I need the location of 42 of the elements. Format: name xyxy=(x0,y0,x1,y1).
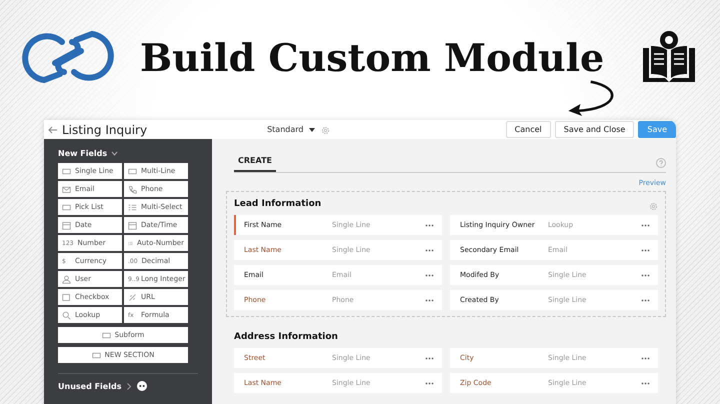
more-options-icon[interactable] xyxy=(641,382,650,384)
more-options-icon[interactable] xyxy=(641,298,650,302)
list-icon xyxy=(128,202,137,212)
calendar-icon xyxy=(128,220,137,230)
section-title: Address Information xyxy=(234,331,338,344)
envelope-icon xyxy=(62,184,71,194)
more-options-icon[interactable] xyxy=(641,274,650,276)
action-button[interactable]: Save and Close xyxy=(554,121,634,138)
more-options-icon[interactable] xyxy=(641,224,650,226)
more-options-icon[interactable] xyxy=(425,356,434,360)
logo-icon xyxy=(22,28,114,86)
back-arrow-icon[interactable] xyxy=(48,126,58,134)
more-icon[interactable] xyxy=(137,381,148,391)
search-icon xyxy=(62,310,71,320)
field-icon xyxy=(62,166,71,176)
field-icon xyxy=(128,166,137,176)
checkbox-icon xyxy=(62,292,71,302)
more-options-icon[interactable] xyxy=(425,298,434,302)
chevron-right-icon[interactable] xyxy=(127,382,132,390)
tab[interactable]: CREATE xyxy=(234,153,276,172)
unused-fields-label[interactable]: Unused Fields xyxy=(58,382,122,390)
layout-dropdown[interactable]: Standard xyxy=(267,125,304,134)
more-options-icon[interactable] xyxy=(425,224,434,226)
user-icon xyxy=(62,274,71,284)
action-button[interactable]: Cancel xyxy=(506,121,551,138)
dropdown-caret-icon[interactable] xyxy=(308,128,314,132)
banner-title: Build Custom Module xyxy=(140,34,606,80)
field-icon xyxy=(62,202,71,212)
module-title: Listing Inquiry xyxy=(62,122,148,136)
field-icon xyxy=(102,330,111,340)
more-options-icon[interactable] xyxy=(641,356,650,360)
sidebar-heading[interactable]: New Fields xyxy=(58,149,108,158)
more-options-icon[interactable] xyxy=(641,248,650,252)
link-icon xyxy=(128,292,137,302)
more-options-icon[interactable] xyxy=(425,382,434,384)
calendar-icon xyxy=(62,220,71,230)
field-icon xyxy=(92,350,101,360)
more-options-icon[interactable] xyxy=(425,248,434,252)
phone-icon xyxy=(128,184,137,194)
more-options-icon[interactable] xyxy=(425,274,434,276)
section-title: Lead Information xyxy=(234,198,322,210)
chevron-icon[interactable] xyxy=(111,151,118,156)
